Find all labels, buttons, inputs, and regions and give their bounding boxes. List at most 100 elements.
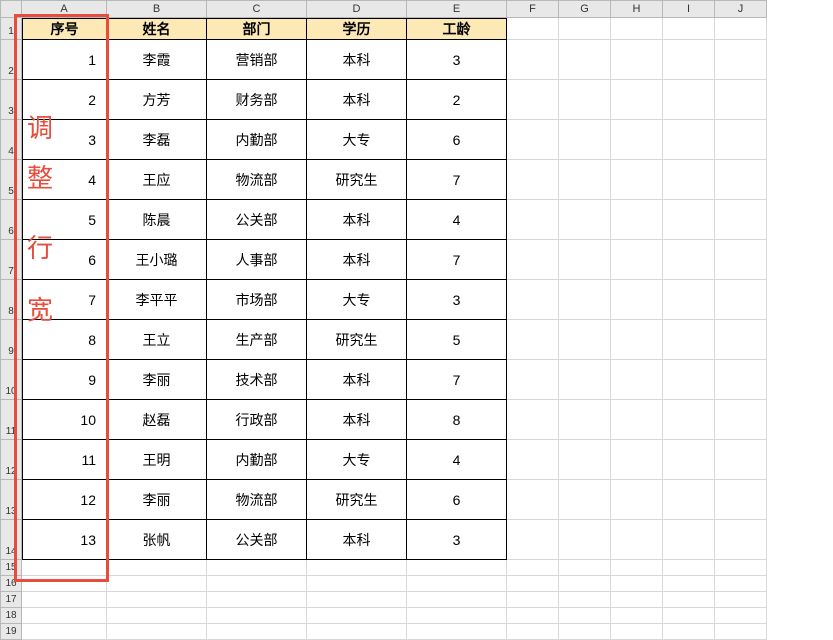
empty-cell[interactable] xyxy=(307,624,407,640)
cell-edu[interactable]: 本科 xyxy=(307,200,407,240)
empty-cell[interactable] xyxy=(107,592,207,608)
empty-cell[interactable] xyxy=(715,18,767,40)
row-header-9[interactable]: 9 xyxy=(0,320,22,360)
empty-cell[interactable] xyxy=(507,40,559,80)
row-header-19[interactable]: 19 xyxy=(0,624,22,640)
empty-cell[interactable] xyxy=(559,320,611,360)
col-header-F[interactable]: F xyxy=(507,0,559,18)
empty-cell[interactable] xyxy=(715,592,767,608)
col-header-D[interactable]: D xyxy=(307,0,407,18)
empty-cell[interactable] xyxy=(715,576,767,592)
empty-cell[interactable] xyxy=(22,608,107,624)
cell-edu[interactable]: 本科 xyxy=(307,240,407,280)
cell-name[interactable]: 陈晨 xyxy=(107,200,207,240)
header-years[interactable]: 工龄 xyxy=(407,18,507,40)
cell-years[interactable]: 4 xyxy=(407,200,507,240)
cell-edu[interactable]: 研究生 xyxy=(307,480,407,520)
cell-years[interactable]: 8 xyxy=(407,400,507,440)
row-header-11[interactable]: 11 xyxy=(0,400,22,440)
empty-cell[interactable] xyxy=(663,440,715,480)
cell-dept[interactable]: 物流部 xyxy=(207,480,307,520)
empty-cell[interactable] xyxy=(663,18,715,40)
empty-cell[interactable] xyxy=(307,608,407,624)
empty-cell[interactable] xyxy=(559,80,611,120)
header-dept[interactable]: 部门 xyxy=(207,18,307,40)
cell-seq[interactable]: 3 xyxy=(22,120,107,160)
empty-cell[interactable] xyxy=(559,400,611,440)
cell-edu[interactable]: 本科 xyxy=(307,40,407,80)
cell-edu[interactable]: 本科 xyxy=(307,400,407,440)
empty-cell[interactable] xyxy=(559,280,611,320)
cell-edu[interactable]: 大专 xyxy=(307,440,407,480)
cell-years[interactable]: 7 xyxy=(407,360,507,400)
empty-cell[interactable] xyxy=(22,624,107,640)
col-header-C[interactable]: C xyxy=(207,0,307,18)
empty-cell[interactable] xyxy=(611,360,663,400)
empty-cell[interactable] xyxy=(207,560,307,576)
row-header-16[interactable]: 16 xyxy=(0,576,22,592)
cell-name[interactable]: 王明 xyxy=(107,440,207,480)
empty-cell[interactable] xyxy=(507,18,559,40)
empty-cell[interactable] xyxy=(507,240,559,280)
empty-cell[interactable] xyxy=(663,592,715,608)
empty-cell[interactable] xyxy=(611,240,663,280)
cell-dept[interactable]: 市场部 xyxy=(207,280,307,320)
header-seq[interactable]: 序号 xyxy=(22,18,107,40)
empty-cell[interactable] xyxy=(507,440,559,480)
empty-cell[interactable] xyxy=(611,624,663,640)
col-header-G[interactable]: G xyxy=(559,0,611,18)
cell-seq[interactable]: 9 xyxy=(22,360,107,400)
row-header-5[interactable]: 5 xyxy=(0,160,22,200)
empty-cell[interactable] xyxy=(507,608,559,624)
cell-name[interactable]: 赵磊 xyxy=(107,400,207,440)
cell-dept[interactable]: 生产部 xyxy=(207,320,307,360)
header-name[interactable]: 姓名 xyxy=(107,18,207,40)
cell-seq[interactable]: 7 xyxy=(22,280,107,320)
cell-name[interactable]: 王小璐 xyxy=(107,240,207,280)
cell-years[interactable]: 2 xyxy=(407,80,507,120)
empty-cell[interactable] xyxy=(715,280,767,320)
cell-edu[interactable]: 大专 xyxy=(307,120,407,160)
empty-cell[interactable] xyxy=(507,280,559,320)
cell-name[interactable]: 李霞 xyxy=(107,40,207,80)
empty-cell[interactable] xyxy=(507,320,559,360)
row-header-4[interactable]: 4 xyxy=(0,120,22,160)
cell-dept[interactable]: 公关部 xyxy=(207,520,307,560)
row-header-15[interactable]: 15 xyxy=(0,560,22,576)
empty-cell[interactable] xyxy=(611,520,663,560)
empty-cell[interactable] xyxy=(663,320,715,360)
cell-dept[interactable]: 行政部 xyxy=(207,400,307,440)
empty-cell[interactable] xyxy=(715,624,767,640)
empty-cell[interactable] xyxy=(22,592,107,608)
empty-cell[interactable] xyxy=(559,592,611,608)
empty-cell[interactable] xyxy=(22,560,107,576)
empty-cell[interactable] xyxy=(715,240,767,280)
cell-years[interactable]: 7 xyxy=(407,160,507,200)
empty-cell[interactable] xyxy=(611,120,663,160)
empty-cell[interactable] xyxy=(715,200,767,240)
cell-name[interactable]: 李平平 xyxy=(107,280,207,320)
row-header-2[interactable]: 2 xyxy=(0,40,22,80)
empty-cell[interactable] xyxy=(611,576,663,592)
cell-dept[interactable]: 物流部 xyxy=(207,160,307,200)
cell-name[interactable]: 张帆 xyxy=(107,520,207,560)
empty-cell[interactable] xyxy=(559,360,611,400)
empty-cell[interactable] xyxy=(715,320,767,360)
empty-cell[interactable] xyxy=(559,608,611,624)
empty-cell[interactable] xyxy=(611,400,663,440)
cell-seq[interactable]: 5 xyxy=(22,200,107,240)
row-header-7[interactable]: 7 xyxy=(0,240,22,280)
empty-cell[interactable] xyxy=(559,576,611,592)
cell-years[interactable]: 3 xyxy=(407,40,507,80)
empty-cell[interactable] xyxy=(663,480,715,520)
cell-seq[interactable]: 2 xyxy=(22,80,107,120)
empty-cell[interactable] xyxy=(663,360,715,400)
empty-cell[interactable] xyxy=(715,608,767,624)
cell-dept[interactable]: 人事部 xyxy=(207,240,307,280)
empty-cell[interactable] xyxy=(507,160,559,200)
empty-cell[interactable] xyxy=(407,560,507,576)
cell-dept[interactable]: 公关部 xyxy=(207,200,307,240)
empty-cell[interactable] xyxy=(407,576,507,592)
empty-cell[interactable] xyxy=(559,624,611,640)
row-header-1[interactable]: 1 xyxy=(0,18,22,40)
